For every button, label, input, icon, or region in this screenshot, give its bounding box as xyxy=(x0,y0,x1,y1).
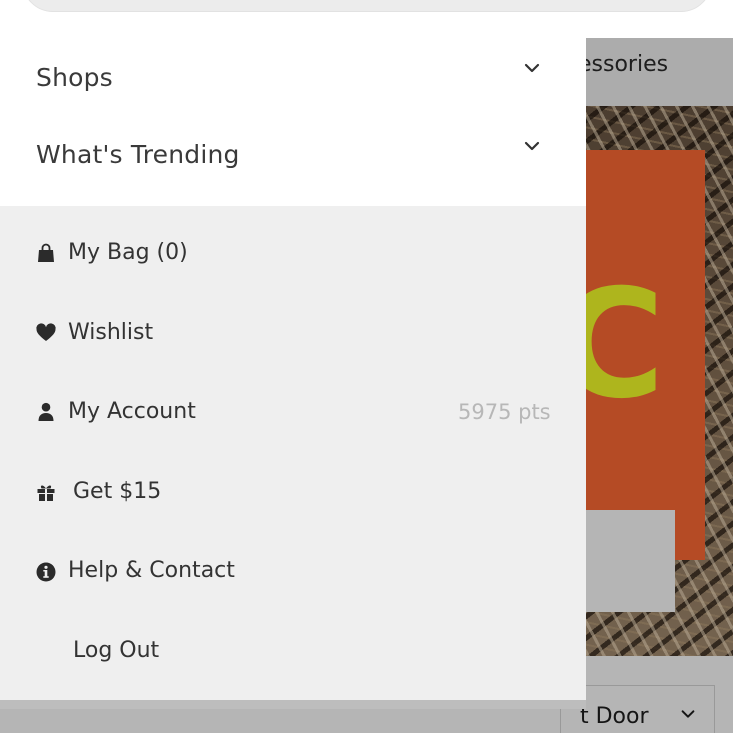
accordion-whats-trending-label: What's Trending xyxy=(36,140,240,169)
menu-item-my-bag-label: My Bag (0) xyxy=(68,240,188,265)
menu-item-my-account[interactable]: My Account 5975 pts xyxy=(0,382,586,442)
menu-item-help-contact[interactable]: Help & Contact xyxy=(0,541,586,601)
heart-icon xyxy=(36,323,56,341)
drawer-bottom-divider xyxy=(0,700,586,709)
loyalty-points: 5975 pts xyxy=(458,400,551,424)
gift-icon xyxy=(37,485,55,501)
navigation-drawer: Shops What's Trending My Bag (0) Wishlis… xyxy=(0,38,586,708)
menu-item-log-out[interactable]: Log Out xyxy=(0,621,586,681)
chevron-down-icon xyxy=(524,141,540,151)
shopping-bag-icon xyxy=(38,243,54,262)
menu-item-help-contact-label: Help & Contact xyxy=(68,558,235,583)
chevron-down-icon xyxy=(524,63,540,73)
menu-item-my-bag[interactable]: My Bag (0) xyxy=(0,223,586,283)
menu-item-wishlist-label: Wishlist xyxy=(68,320,154,345)
menu-item-get-15-label: Get $15 xyxy=(73,479,162,504)
search-bar[interactable] xyxy=(22,0,712,12)
drawer-accordion-section: Shops What's Trending xyxy=(0,38,586,206)
info-icon xyxy=(36,562,56,582)
menu-item-get-15[interactable]: Get $15 xyxy=(0,462,586,522)
accordion-shops-label: Shops xyxy=(36,63,113,92)
menu-item-my-account-label: My Account xyxy=(68,399,196,424)
menu-item-log-out-label: Log Out xyxy=(73,638,160,663)
accordion-shops[interactable]: Shops xyxy=(0,39,586,117)
menu-item-wishlist[interactable]: Wishlist xyxy=(0,303,586,363)
accordion-whats-trending[interactable]: What's Trending xyxy=(0,117,586,195)
user-icon xyxy=(38,402,54,421)
